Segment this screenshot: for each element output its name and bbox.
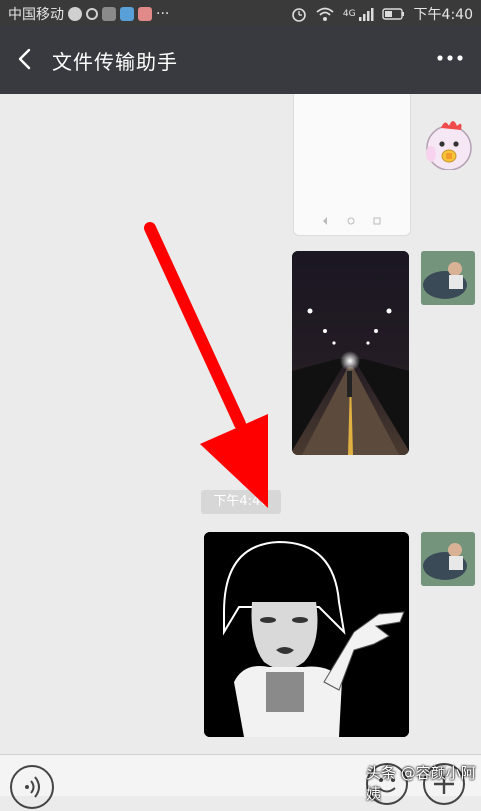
status-left: 中国移动 ··· — [8, 4, 169, 24]
voice-button[interactable] — [10, 765, 54, 809]
app-notification-icon — [102, 7, 116, 21]
carrier-label: 中国移动 — [8, 7, 64, 23]
title-bar: 文件传输助手 — [0, 26, 481, 94]
signal-icon — [358, 8, 374, 21]
page-title: 文件传输助手 — [52, 50, 178, 74]
wifi-icon — [316, 7, 334, 21]
app-notification-icon — [138, 7, 152, 21]
annotation-arrow-icon — [144, 222, 268, 508]
voice-icon — [25, 776, 40, 798]
status-bar: 中国移动 ··· 4G 下午4:40 — [0, 0, 481, 26]
chat-area[interactable]: 下午4:40 — [0, 94, 481, 754]
network-type-label: 4G — [342, 9, 356, 19]
watermark-text: 头条 @容颜小阿姨 — [366, 764, 476, 803]
clock-label: 下午4:40 — [413, 7, 473, 23]
app-notification-icon — [120, 7, 134, 21]
chevron-left-icon[interactable] — [12, 45, 40, 73]
alarm-icon — [292, 8, 306, 22]
status-right: 4G 下午4:40 — [291, 4, 473, 24]
message-icon — [68, 7, 82, 21]
key-icon — [86, 8, 98, 20]
ellipsis-icon[interactable] — [435, 48, 465, 68]
more-notifications-icon: ··· — [156, 6, 170, 22]
battery-icon — [381, 8, 404, 20]
